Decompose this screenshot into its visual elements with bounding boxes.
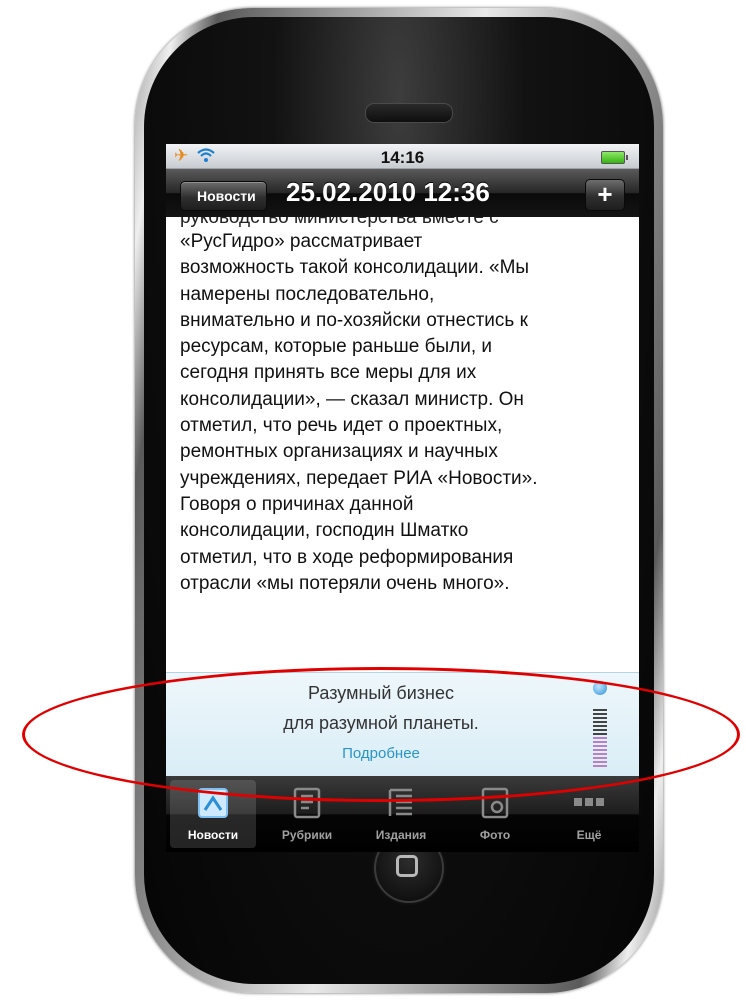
article-line: отрасли «мы потеряли очень много».: [180, 572, 510, 594]
tab-label: Издания: [375, 828, 427, 842]
article-line: отметил, что речь идет о проектных,: [180, 415, 503, 437]
back-button[interactable]: Новости: [180, 181, 267, 211]
ad-subline: для разумной планеты.: [283, 713, 479, 733]
article-line: консолидации», — сказал министр. Он: [180, 388, 524, 410]
article-line: возможность такой консолидации. «Мы: [180, 257, 530, 279]
article-line: «РусГидро» рассматривает: [180, 231, 423, 252]
article-line: намерены последовательно,: [180, 283, 435, 305]
more-icon: [574, 798, 604, 806]
tab-editions[interactable]: Издания: [358, 780, 444, 848]
editions-icon: [388, 788, 412, 816]
app-screen: ✈ 14:16 Новости 25.02.2010 12:36 + руков…: [166, 144, 639, 852]
ad-headline: Разумный бизнес: [308, 683, 454, 703]
article-line: Говоря о причинах данной: [180, 493, 414, 515]
globe-icon: [593, 681, 607, 695]
article-line: ресурсам, которые раньше были, и: [180, 336, 492, 358]
page-title: 25.02.2010 12:36: [286, 177, 490, 207]
article-line: отметил, что в ходе реформирования: [180, 546, 514, 568]
tab-label: Новости: [187, 828, 239, 842]
ibm-logo: [593, 709, 607, 767]
earpiece-speaker: [365, 103, 453, 123]
article-line: учреждениях, передает РИА «Новости».: [180, 467, 538, 489]
article-line: консолидации, господин Шматко: [180, 520, 469, 542]
tab-news[interactable]: Новости: [170, 780, 256, 848]
tab-label: Ещё: [576, 828, 602, 842]
ad-more-link[interactable]: Подробнее: [166, 745, 596, 762]
status-bar: ✈ 14:16: [166, 144, 639, 169]
home-square-icon: [396, 855, 418, 877]
status-time: 14:16: [380, 148, 425, 167]
tab-bar: Новости Рубрики Издания Фото Ещё: [166, 776, 639, 852]
article-text: «РусГидро» рассматривает возможность так…: [180, 229, 630, 597]
tab-label: Фото: [479, 828, 511, 842]
article-line: сегодня принять все меры для их: [180, 362, 477, 384]
news-icon: [198, 788, 228, 818]
add-button[interactable]: +: [585, 179, 625, 211]
tab-photo[interactable]: Фото: [452, 780, 538, 848]
navigation-bar: Новости 25.02.2010 12:36 +: [166, 169, 639, 217]
tab-label: Рубрики: [281, 828, 333, 842]
article-cut-line: руководство министерства вместе с: [180, 217, 499, 228]
article-line: внимательно и по-хозяйски отнестись к: [180, 309, 528, 331]
rubrics-icon: [293, 787, 321, 819]
battery-icon: [601, 151, 628, 164]
article-line: ремонтных организациях и научных: [180, 441, 498, 463]
photo-icon: [481, 787, 509, 819]
tab-rubrics[interactable]: Рубрики: [264, 780, 350, 848]
tab-more[interactable]: Ещё: [546, 780, 632, 848]
ibm-ad-banner[interactable]: Разумный бизнес для разумной планеты. По…: [166, 672, 639, 777]
article-content[interactable]: руководство министерства вместе с «РусГи…: [166, 217, 639, 672]
